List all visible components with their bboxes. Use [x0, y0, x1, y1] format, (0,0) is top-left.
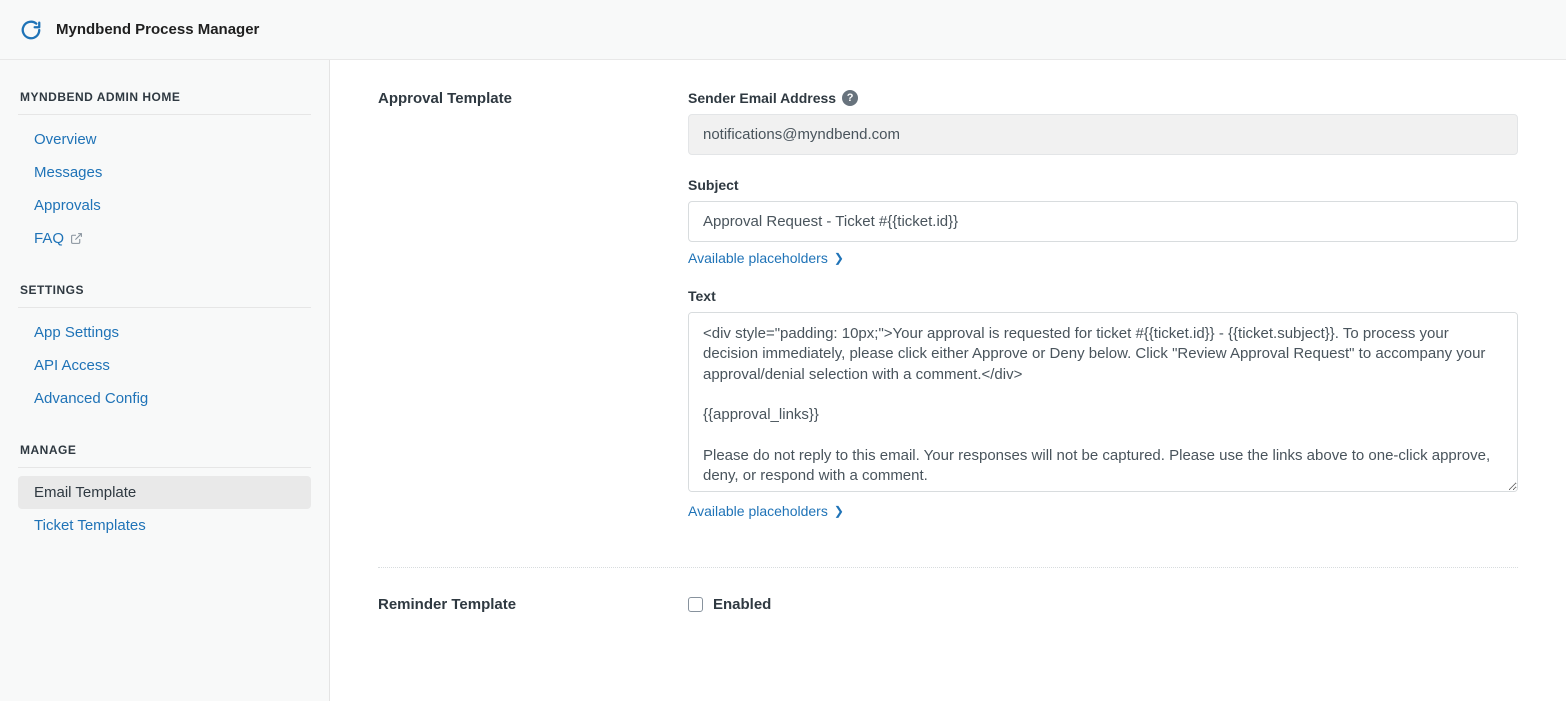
sidebar-item-label: Ticket Templates [34, 517, 146, 534]
sidebar-item-label: Approvals [34, 197, 101, 214]
enabled-checkbox[interactable] [688, 597, 703, 612]
sidebar-item-app-settings[interactable]: App Settings [18, 316, 311, 349]
sidebar-item-label: Advanced Config [34, 390, 148, 407]
sidebar-item-label: Messages [34, 164, 102, 181]
chevron-right-icon: ❯ [834, 504, 844, 518]
sidebar-divider [18, 467, 311, 468]
sidebar-divider [18, 307, 311, 308]
sidebar-item-advanced-config[interactable]: Advanced Config [18, 382, 311, 415]
label-subject: Subject [688, 177, 1518, 193]
section-reminder-template: Reminder Template Enabled [378, 567, 1518, 641]
sidebar-item-email-template[interactable]: Email Template [18, 476, 311, 509]
sender-email-input[interactable] [688, 114, 1518, 155]
subject-input[interactable] [688, 201, 1518, 242]
sidebar-item-messages[interactable]: Messages [18, 156, 311, 189]
sidebar-item-label: Email Template [34, 484, 136, 501]
checkbox-label: Enabled [713, 596, 771, 613]
app-logo-icon [20, 19, 42, 41]
label-text: Text [688, 288, 1518, 304]
sidebar-heading-manage: MANAGE [20, 443, 311, 457]
sidebar-item-label: Overview [34, 131, 97, 148]
chevron-right-icon: ❯ [834, 251, 844, 265]
help-icon[interactable]: ? [842, 90, 858, 106]
sidebar-item-ticket-templates[interactable]: Ticket Templates [18, 509, 311, 542]
section-approval-template: Approval Template Sender Email Address ?… [378, 90, 1518, 547]
section-title: Reminder Template [378, 596, 688, 613]
available-placeholders-link[interactable]: Available placeholders ❯ [688, 250, 844, 266]
external-link-icon [70, 232, 83, 245]
sidebar-item-label: App Settings [34, 324, 119, 341]
main-content: Approval Template Sender Email Address ?… [330, 60, 1566, 701]
link-text: Available placeholders [688, 250, 828, 266]
section-title: Approval Template [378, 90, 688, 519]
app-title: Myndbend Process Manager [56, 21, 259, 38]
label-sender-email: Sender Email Address ? [688, 90, 1518, 106]
sidebar-item-label: API Access [34, 357, 110, 374]
sidebar-heading-admin-home: MYNDBEND ADMIN HOME [20, 90, 311, 104]
available-placeholders-link[interactable]: Available placeholders ❯ [688, 503, 844, 519]
sidebar-item-overview[interactable]: Overview [18, 123, 311, 156]
link-text: Available placeholders [688, 503, 828, 519]
email-body-textarea[interactable] [688, 312, 1518, 492]
topbar: Myndbend Process Manager [0, 0, 1566, 60]
sidebar-item-label: FAQ [34, 230, 64, 247]
sidebar: MYNDBEND ADMIN HOME Overview Messages Ap… [0, 60, 330, 701]
sidebar-item-api-access[interactable]: API Access [18, 349, 311, 382]
sidebar-divider [18, 114, 311, 115]
sidebar-item-faq[interactable]: FAQ [18, 222, 311, 255]
sidebar-item-approvals[interactable]: Approvals [18, 189, 311, 222]
enabled-checkbox-row[interactable]: Enabled [688, 596, 1518, 613]
sidebar-heading-settings: SETTINGS [20, 283, 311, 297]
field-label-text: Sender Email Address [688, 90, 836, 106]
